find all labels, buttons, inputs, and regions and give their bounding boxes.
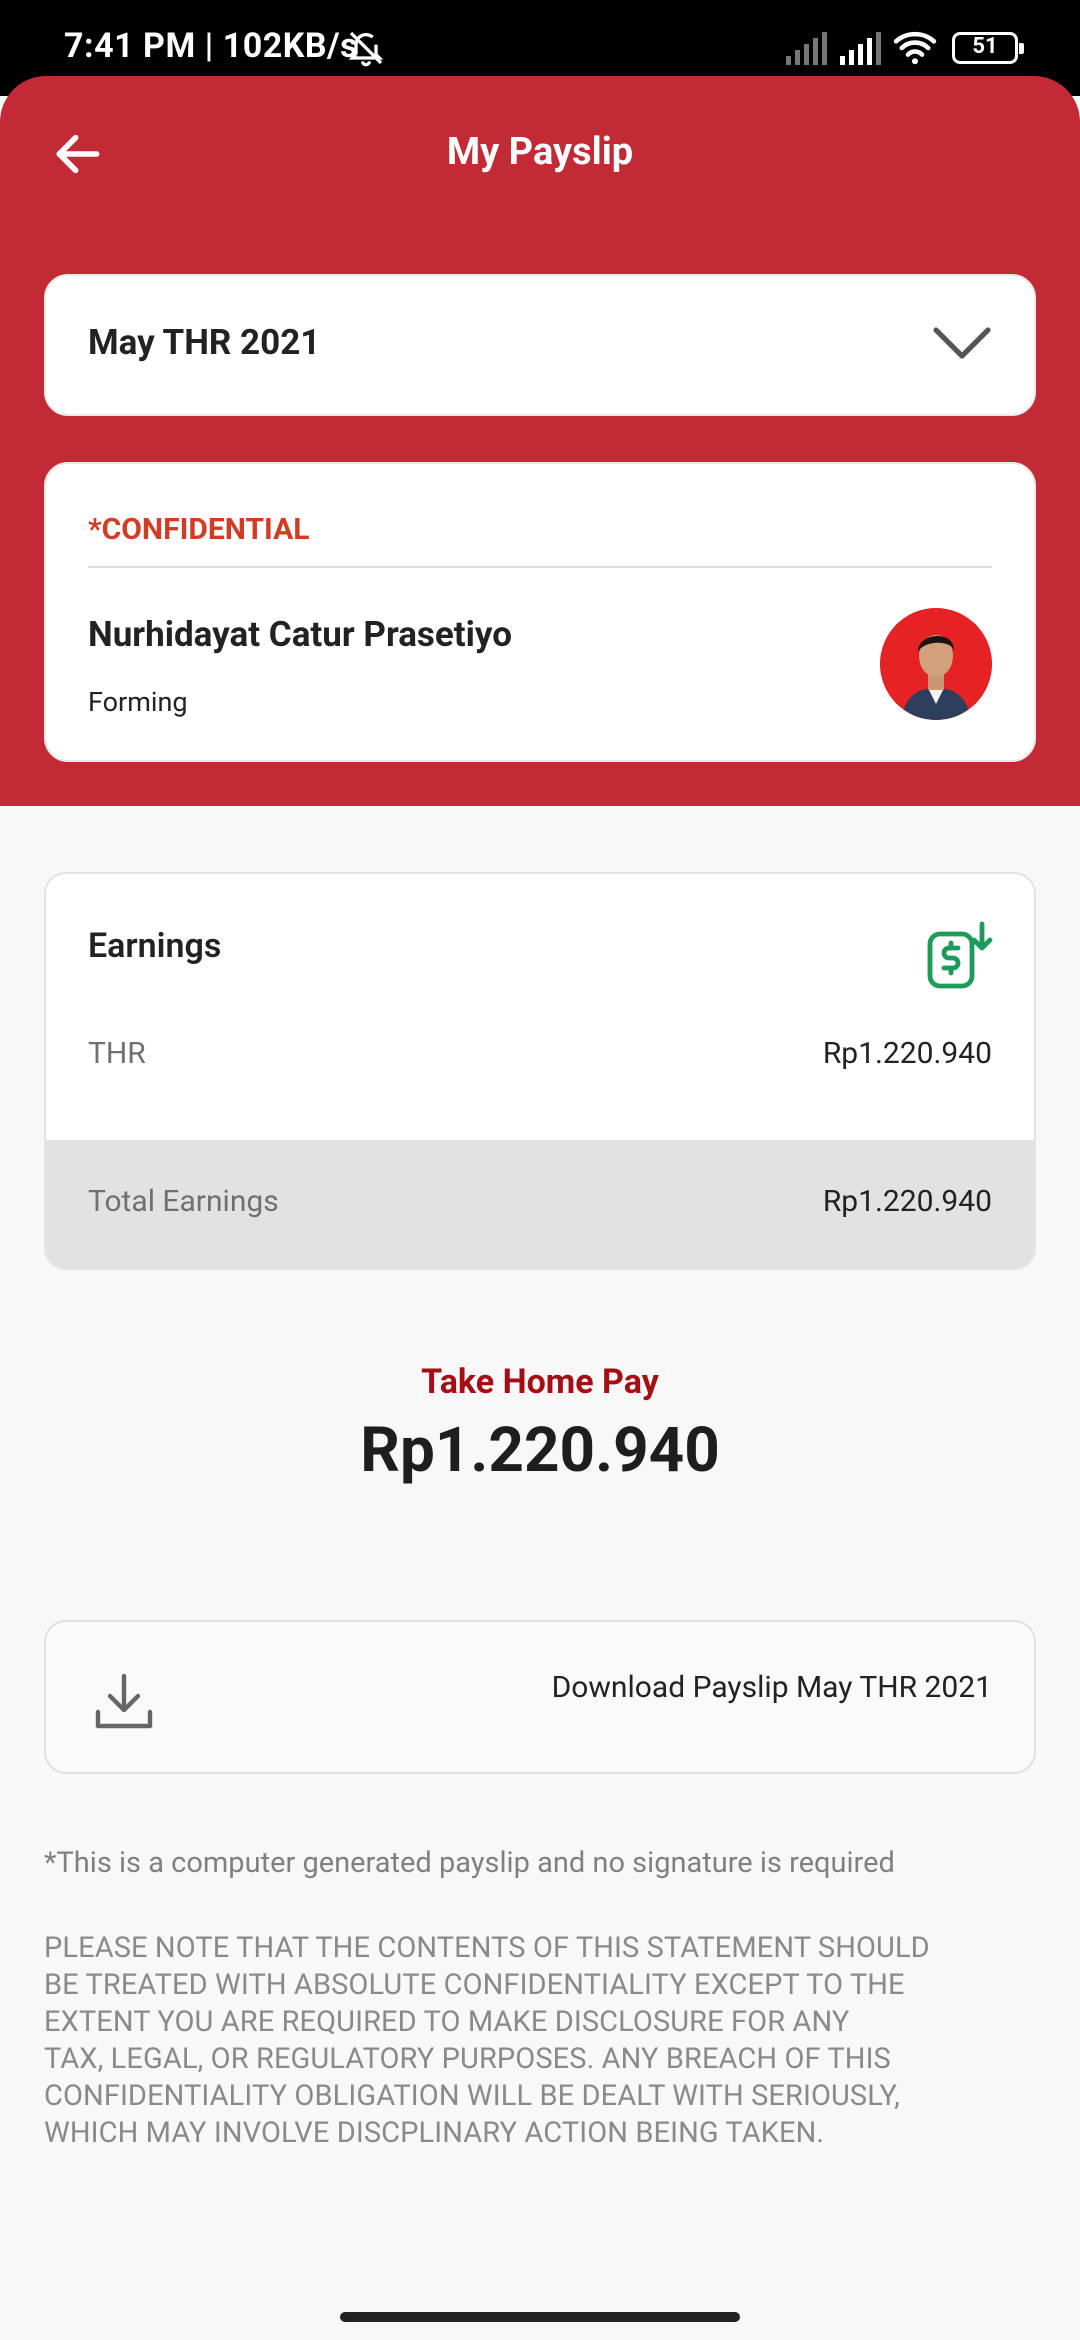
- disclaimer-line: EXTENT YOU ARE REQUIRED TO MAKE DISCLOSU…: [44, 2005, 850, 2039]
- money-download-icon: [927, 921, 993, 989]
- chevron-down-icon: [933, 327, 991, 359]
- total-earnings-value: Rp1.220.940: [822, 1184, 992, 1219]
- earnings-card: Earnings THR Rp1.220.940 Total Earnings …: [44, 872, 1036, 1270]
- signal-icon: [840, 32, 881, 65]
- download-icon: [95, 1673, 153, 1729]
- earning-row-label: THR: [88, 1036, 146, 1071]
- disclaimer-line: WHICH MAY INVOLVE DISCPLINARY ACTION BEI…: [44, 2116, 825, 2150]
- confidentiality-disclaimer: PLEASE NOTE THAT THE CONTENTS OF THIS ST…: [44, 1930, 1044, 2152]
- period-dropdown[interactable]: May THR 2021: [44, 274, 1036, 416]
- confidential-label: *CONFIDENTIAL: [88, 512, 310, 547]
- download-payslip-button[interactable]: Download Payslip May THR 2021: [44, 1620, 1036, 1774]
- total-earnings-label: Total Earnings: [88, 1184, 279, 1219]
- battery-icon: 51: [952, 32, 1024, 64]
- home-indicator[interactable]: [340, 2312, 740, 2322]
- signature-note: *This is a computer generated payslip an…: [44, 1846, 895, 1880]
- battery-level: 51: [972, 34, 998, 59]
- disclaimer-line: TAX, LEGAL, OR REGULATORY PURPOSES. ANY …: [44, 2042, 891, 2076]
- disclaimer-line: PLEASE NOTE THAT THE CONTENTS OF THIS ST…: [44, 1931, 930, 1965]
- disclaimer-line: CONFIDENTIALITY OBLIGATION WILL BE DEALT…: [44, 2079, 900, 2113]
- avatar: [880, 608, 992, 720]
- disclaimer-line: BE TREATED WITH ABSOLUTE CONFIDENTIALITY…: [44, 1968, 905, 2002]
- header: My Payslip May THR 2021 *CONFIDENTIAL Nu…: [0, 76, 1080, 806]
- payslip-screen: 7:41 PM | 102KB/s 51 My Payslip May THR …: [0, 0, 1080, 2340]
- wifi-icon: [893, 31, 937, 65]
- employee-name: Nurhidayat Catur Prasetiyo: [88, 614, 513, 655]
- signal-icon: [786, 32, 827, 65]
- status-time: 7:41 PM | 102KB/s: [64, 26, 359, 66]
- page-title: My Payslip: [446, 130, 634, 174]
- total-earnings-row: Total Earnings Rp1.220.940: [46, 1140, 1034, 1268]
- earnings-title: Earnings: [88, 926, 222, 966]
- download-payslip-label: Download Payslip May THR 2021: [551, 1670, 992, 1705]
- earning-row-value: Rp1.220.940: [822, 1036, 992, 1071]
- take-home-pay-label: Take Home Pay: [421, 1362, 659, 1402]
- divider: [88, 566, 992, 568]
- employee-card: *CONFIDENTIAL Nurhidayat Catur Prasetiyo…: [44, 462, 1036, 762]
- bell-off-icon: [348, 31, 384, 67]
- employee-department: Forming: [88, 686, 188, 718]
- period-selected: May THR 2021: [88, 322, 321, 363]
- take-home-pay-value: Rp1.220.940: [360, 1414, 720, 1487]
